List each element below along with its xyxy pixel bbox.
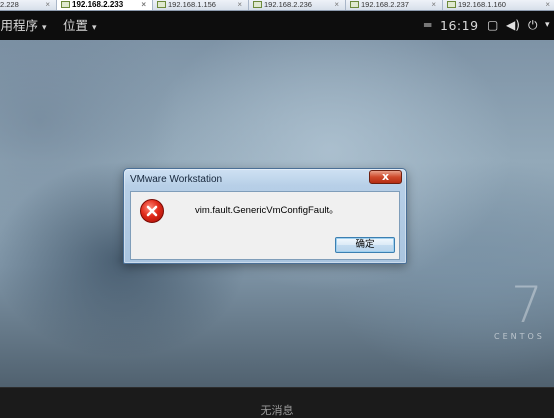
places-menu-label: 位置 <box>63 18 89 33</box>
vm-tab-label: 192.168.1.156 <box>168 0 216 9</box>
vm-tab-label: 192.168.2.236 <box>264 0 312 9</box>
vm-tab-label: 2.228 <box>0 0 19 9</box>
error-dialog: VMware Workstation x vim.fault.GenericVm… <box>123 168 407 264</box>
vm-tab-active[interactable]: 192.168.2.233 × <box>57 0 153 10</box>
vm-tab[interactable]: 192.168.2.236 × <box>249 0 346 10</box>
vm-tab-icon <box>157 1 166 8</box>
vm-tab-label: 192.168.1.160 <box>458 0 506 9</box>
dialog-close-button[interactable]: x <box>369 170 402 184</box>
vm-tab[interactable]: 2.228 × <box>0 0 57 10</box>
window-icon[interactable]: ▢ <box>487 11 498 40</box>
close-icon: x <box>381 170 390 183</box>
close-icon[interactable]: × <box>334 0 339 10</box>
centos-wordmark: CENTOS <box>494 332 545 341</box>
ok-button[interactable]: 确定 <box>335 237 395 253</box>
message-tray: 无消息 <box>0 387 554 418</box>
vm-tab-icon <box>253 1 262 8</box>
vm-tab-icon <box>350 1 359 8</box>
close-icon[interactable]: × <box>45 0 50 10</box>
vm-tab-strip: 2.228 × 192.168.2.233 × 192.168.1.156 × … <box>0 0 554 11</box>
close-icon[interactable]: × <box>545 0 550 10</box>
applications-menu-label: 应用程序 <box>0 18 39 33</box>
dialog-title: VMware Workstation <box>130 174 223 185</box>
chevron-down-icon: ▾ <box>92 23 97 33</box>
clock[interactable]: 16:19 <box>440 11 479 40</box>
close-icon[interactable]: × <box>431 0 436 10</box>
places-menu[interactable]: 位置 ▾ <box>63 11 97 43</box>
power-icon[interactable]: ⏻ <box>528 11 538 40</box>
error-icon <box>140 199 164 223</box>
gnome-top-bar: 应用程序▾ 位置▾ ═ 16:19 ▢ ◀) ⏻ ▾ <box>0 11 554 40</box>
error-message: vim.fault.GenericVmConfigFault。 <box>195 205 339 216</box>
close-icon[interactable]: × <box>237 0 242 10</box>
close-icon[interactable]: × <box>141 0 146 10</box>
vm-tab-icon <box>61 1 70 8</box>
chevron-down-icon[interactable]: ▾ <box>545 11 550 40</box>
dialog-body: vim.fault.GenericVmConfigFault。 确定 <box>130 191 400 260</box>
vm-tab[interactable]: 192.168.1.156 × <box>153 0 249 10</box>
centos-version-mark: 7 <box>511 276 543 334</box>
vm-tab-label: 192.168.2.233 <box>72 0 124 9</box>
vm-tab-label: 192.168.2.237 <box>361 0 409 9</box>
chevron-down-icon: ▾ <box>42 23 47 33</box>
message-tray-text: 无消息 <box>260 404 294 417</box>
applications-menu[interactable]: 应用程序▾ <box>0 11 47 43</box>
vm-tab-icon <box>447 1 456 8</box>
input-method-icon[interactable]: ═ <box>424 11 431 40</box>
vm-tab[interactable]: 192.168.2.237 × <box>346 0 443 10</box>
vm-tab[interactable]: 192.168.1.160 × <box>443 0 554 10</box>
volume-icon[interactable]: ◀) <box>506 11 520 40</box>
